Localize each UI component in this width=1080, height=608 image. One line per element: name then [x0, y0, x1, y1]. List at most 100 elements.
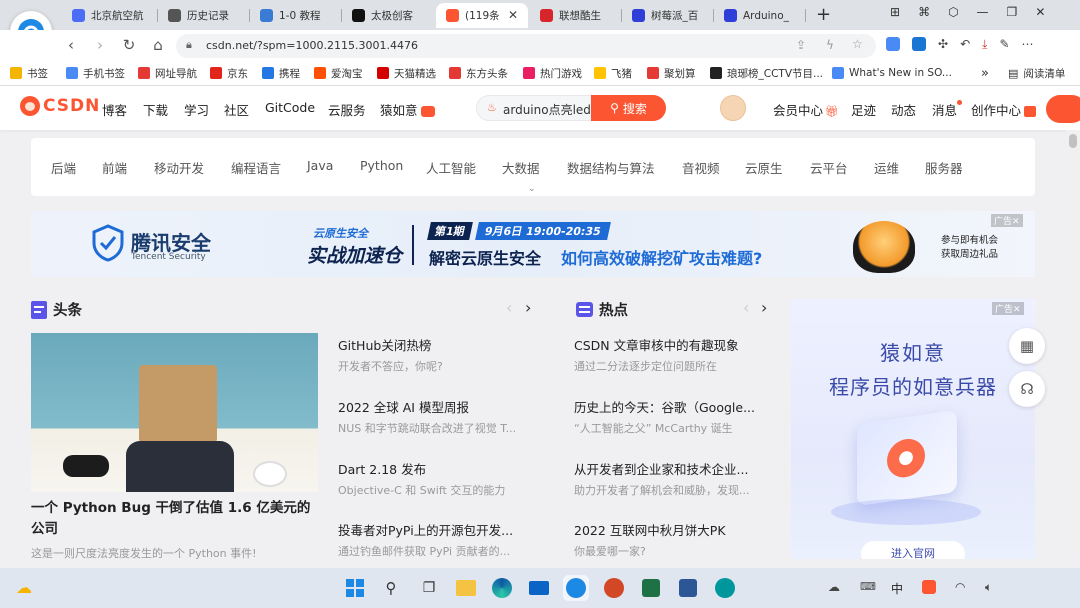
favorite-star-icon[interactable]: ☆: [852, 37, 863, 51]
edge-browser-icon[interactable]: [489, 575, 515, 601]
browser-tab[interactable]: 太极创客: [342, 3, 434, 28]
nav-learn[interactable]: 学习: [184, 100, 209, 119]
category-item[interactable]: 数据结构与算法: [567, 158, 655, 177]
page-scrollbar[interactable]: [1066, 130, 1080, 554]
bookmark-item[interactable]: 京东: [210, 64, 248, 82]
qr-code-button[interactable]: ▦: [1009, 328, 1045, 364]
headline-feature-title[interactable]: 一个 Python Bug 干倒了估值 1.6 亿美元的公司: [31, 498, 318, 540]
category-item[interactable]: 服务器: [925, 158, 963, 177]
bookmark-item[interactable]: 飞猪: [594, 64, 632, 82]
tray-cloud-icon[interactable]: ☁: [828, 580, 840, 594]
browser-tab[interactable]: 联想酷生: [530, 3, 622, 28]
browser-tab[interactable]: 树莓派_百: [622, 3, 714, 28]
hot-next-icon[interactable]: ›: [761, 298, 767, 317]
share-icon[interactable]: ⇪: [796, 38, 806, 52]
tencent-security-banner[interactable]: 腾讯安全 Tencent Security 云原生安全 实战加速仓 第1期 9月…: [31, 211, 1035, 277]
maximize-icon[interactable]: ❐: [1007, 5, 1018, 19]
hot-item-title[interactable]: CSDN 文章审核中的有趣现象: [574, 335, 769, 354]
category-item[interactable]: 前端: [102, 158, 127, 177]
hot-item-title[interactable]: 2022 互联网中秋月饼大PK: [574, 520, 769, 539]
edit-icon[interactable]: ✎: [999, 37, 1009, 52]
category-item[interactable]: 音视频: [682, 158, 720, 177]
scrollbar-thumb[interactable]: [1069, 134, 1077, 148]
hot-item-title[interactable]: 从开发者到企业家和技术企业...: [574, 459, 769, 478]
publish-button[interactable]: [1046, 95, 1080, 123]
category-item[interactable]: 云平台: [810, 158, 848, 177]
close-tab-icon[interactable]: ✕: [508, 8, 518, 22]
back-icon[interactable]: ‹: [60, 34, 82, 56]
hot-item-title[interactable]: 历史上的今天：谷歌（Google...: [574, 397, 769, 416]
nav-yuanruyi[interactable]: 猿如意: [380, 100, 435, 119]
bookmarks-more-button[interactable]: »: [981, 64, 989, 82]
address-bar[interactable]: 🔒︎ csdn.net/?spm=1000.2115.3001.4476 ⇪ ϟ…: [176, 34, 876, 58]
ad-close-tag[interactable]: 广告✕: [991, 214, 1023, 227]
translate-icon[interactable]: [912, 37, 926, 51]
forward-icon[interactable]: ›: [89, 34, 111, 56]
search-taskbar-icon[interactable]: ⚲: [378, 575, 404, 601]
ime-indicator[interactable]: 中: [891, 580, 903, 597]
home-icon[interactable]: ⌂: [147, 34, 169, 56]
refresh-icon[interactable]: ↻: [118, 34, 140, 56]
headline-item-title[interactable]: Dart 2.18 发布: [338, 459, 528, 478]
weather-icon[interactable]: ☁: [16, 578, 32, 597]
nav-vip-center[interactable]: 会员中心 🎁︎: [773, 100, 839, 119]
category-item[interactable]: 移动开发: [154, 158, 204, 177]
ad-close-tag[interactable]: 广告✕: [992, 302, 1024, 315]
tray-keyboard-icon[interactable]: ⌨: [860, 580, 876, 593]
bookmark-item[interactable]: 热门游戏: [523, 64, 582, 82]
headlines-next-icon[interactable]: ›: [525, 298, 531, 317]
headline-item-title[interactable]: 投毒者对PyPi上的开源包开发...: [338, 520, 530, 539]
undo-icon[interactable]: ↶: [960, 37, 970, 52]
file-explorer-icon[interactable]: [453, 575, 479, 601]
reading-list-button[interactable]: ▤ 阅读清单: [1008, 64, 1065, 82]
category-item[interactable]: Java: [307, 158, 333, 173]
powerpoint-icon[interactable]: [601, 575, 627, 601]
category-item[interactable]: 云原生: [745, 158, 783, 177]
nav-download[interactable]: 下载: [143, 100, 168, 119]
nav-messages[interactable]: 消息: [932, 100, 963, 119]
tray-app-icon[interactable]: [922, 580, 936, 594]
nav-cloud[interactable]: 云服务: [328, 100, 366, 119]
bookmark-item[interactable]: 天猫精选: [377, 64, 436, 82]
yuanruyi-ad-panel[interactable]: 广告✕ 猿如意 程序员的如意兵器 进入官网: [791, 299, 1035, 559]
bookmark-item[interactable]: 书签: [10, 64, 48, 82]
browser-tab-active[interactable]: (119条 ✕: [436, 3, 528, 28]
bookmark-item[interactable]: 东方头条: [449, 64, 508, 82]
nav-activity[interactable]: 动态: [891, 100, 916, 119]
csdn-logo[interactable]: CSDN: [20, 96, 100, 116]
nav-blog[interactable]: 博客: [102, 100, 127, 119]
tab-list-icon[interactable]: ⊞: [890, 5, 900, 19]
headline-item-title[interactable]: GitHub关闭热榜: [338, 335, 528, 354]
download-icon[interactable]: ⤓: [982, 37, 987, 52]
extensions-icon[interactable]: ⬡: [948, 5, 958, 19]
word-icon[interactable]: [675, 575, 701, 601]
collections-icon[interactable]: ⌘: [918, 5, 930, 19]
bookmark-item[interactable]: 聚划算: [647, 64, 696, 82]
minimize-icon[interactable]: —: [977, 5, 989, 19]
tray-volume-icon[interactable]: 🔈︎: [985, 580, 992, 595]
headline-feature-image[interactable]: [31, 333, 318, 492]
search-button[interactable]: ⚲ 搜索: [591, 95, 666, 121]
category-item[interactable]: 运维: [874, 158, 899, 177]
hot-prev-icon[interactable]: ‹: [743, 298, 749, 317]
lightning-icon[interactable]: ϟ: [826, 38, 834, 52]
start-menu-icon[interactable]: [342, 575, 368, 601]
puzzle-icon[interactable]: ✣: [938, 37, 948, 52]
nav-community[interactable]: 社区: [224, 100, 249, 119]
category-item[interactable]: Python: [360, 158, 403, 173]
tray-wifi-icon[interactable]: ◠: [955, 580, 965, 594]
browser-tab[interactable]: Arduino_: [714, 3, 806, 28]
bookmark-item[interactable]: 琅琊榜_CCTV节目...: [710, 64, 823, 82]
bookmark-item[interactable]: 携程: [262, 64, 300, 82]
new-tab-button[interactable]: +: [816, 4, 831, 25]
headline-item-title[interactable]: 2022 全球 AI 模型周报: [338, 397, 528, 416]
arduino-icon[interactable]: [712, 575, 738, 601]
category-item[interactable]: 大数据: [502, 158, 540, 177]
browser-tab[interactable]: 北京航空航: [62, 3, 158, 28]
category-item[interactable]: 人工智能: [426, 158, 476, 177]
more-icon[interactable]: ⋯: [1022, 37, 1034, 52]
bookmark-item[interactable]: 爱淘宝: [314, 64, 363, 82]
bookmark-item[interactable]: 网址导航: [138, 64, 197, 82]
browser-tab[interactable]: 1-0 教程: [250, 3, 342, 28]
expand-chevron-icon[interactable]: ⌄: [528, 184, 536, 194]
